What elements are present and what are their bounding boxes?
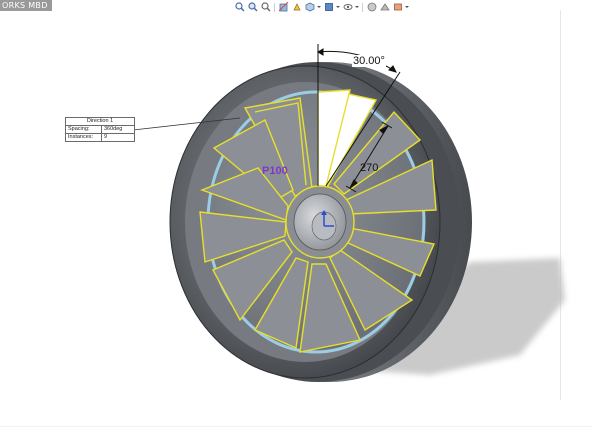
pattern-callout[interactable]: Direction 1 Spacing: 360deg Instances: 9 bbox=[65, 117, 135, 142]
callout-title: Direction 1 bbox=[66, 118, 134, 126]
graphics-area[interactable] bbox=[0, 0, 592, 444]
callout-key: Spacing: bbox=[66, 126, 102, 133]
callout-value[interactable]: 9 bbox=[102, 134, 107, 141]
status-strip bbox=[0, 426, 592, 445]
callout-row-instances: Instances: 9 bbox=[66, 134, 134, 141]
feature-label[interactable]: P100 bbox=[262, 165, 288, 177]
angle-dimension-value[interactable]: 30.00° bbox=[352, 55, 386, 67]
callout-value[interactable]: 360deg bbox=[102, 126, 122, 133]
callout-row-spacing: Spacing: 360deg bbox=[66, 126, 134, 134]
callout-key: Instances: bbox=[66, 134, 102, 141]
length-dimension-value[interactable]: 270 bbox=[360, 162, 378, 174]
